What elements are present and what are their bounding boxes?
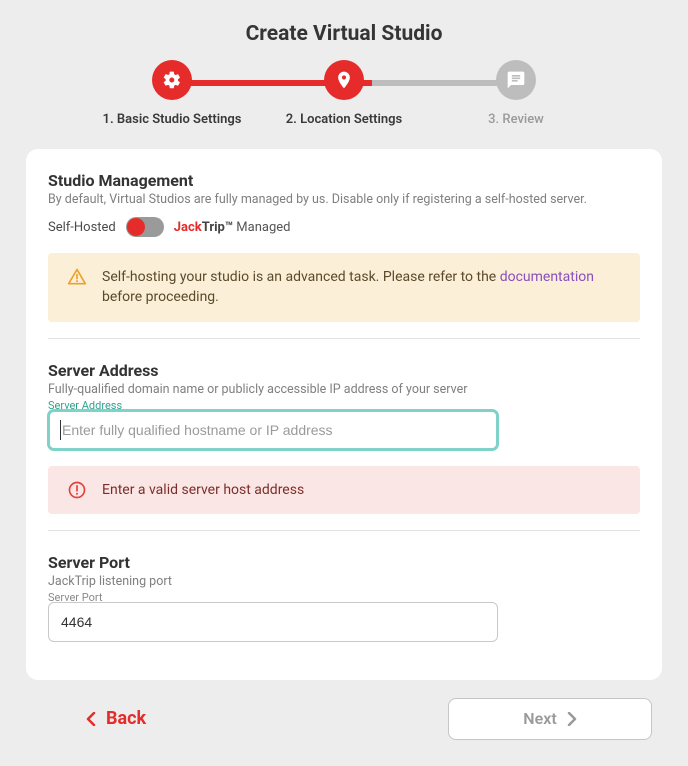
server-port-input[interactable] <box>48 602 498 642</box>
section-heading: Server Address <box>48 361 640 380</box>
wizard-stepper: 1. Basic Studio Settings 2. Location Set… <box>26 60 662 127</box>
next-button[interactable]: Next <box>448 698 652 740</box>
warning-text-pre: Self-hosting your studio is an advanced … <box>102 269 500 285</box>
server-address-error: Enter a valid server host address <box>48 466 640 514</box>
section-subtext: By default, Virtual Studios are fully ma… <box>48 192 640 207</box>
error-text: Enter a valid server host address <box>102 480 304 500</box>
brand-managed: Managed <box>233 220 290 235</box>
chevron-left-icon <box>86 712 96 726</box>
wizard-footer: Back Next <box>26 698 662 740</box>
brand-trip: Trip™ <box>202 220 233 235</box>
next-button-label: Next <box>523 709 556 728</box>
server-address-input[interactable] <box>48 410 498 450</box>
error-icon <box>66 480 88 500</box>
toggle-knob <box>127 218 145 236</box>
page-title: Create Virtual Studio <box>26 0 662 60</box>
step-basic-settings[interactable]: 1. Basic Studio Settings <box>86 60 258 127</box>
section-subtext: JackTrip listening port <box>48 574 640 589</box>
chat-icon <box>496 60 536 100</box>
chevron-right-icon <box>567 712 577 726</box>
warning-text: Self-hosting your studio is an advanced … <box>102 267 622 308</box>
managed-toggle[interactable] <box>126 217 164 237</box>
managed-toggle-row: Self-Hosted JackTrip™ Managed <box>48 217 640 237</box>
step-label: 1. Basic Studio Settings <box>103 112 242 127</box>
self-host-warning: Self-hosting your studio is an advanced … <box>48 253 640 322</box>
gear-icon <box>152 60 192 100</box>
warning-text-post: before proceeding. <box>102 289 219 305</box>
brand-jack: Jack <box>174 220 202 235</box>
step-label: 3. Review <box>488 112 544 127</box>
back-button-label: Back <box>106 708 146 729</box>
pin-icon <box>324 60 364 100</box>
back-button[interactable]: Back <box>36 708 146 729</box>
toggle-left-label: Self-Hosted <box>48 220 116 235</box>
section-server-address: Server Address Fully-qualified domain na… <box>48 338 640 514</box>
step-label: 2. Location Settings <box>286 112 402 127</box>
section-subtext: Fully-qualified domain name or publicly … <box>48 382 640 397</box>
section-studio-management: Studio Management By default, Virtual St… <box>48 171 640 322</box>
step-review: 3. Review <box>430 60 602 127</box>
section-heading: Studio Management <box>48 171 640 190</box>
section-heading: Server Port <box>48 553 640 572</box>
documentation-link[interactable]: documentation <box>500 269 594 285</box>
step-location-settings[interactable]: 2. Location Settings <box>258 60 430 127</box>
toggle-right-label: JackTrip™ Managed <box>174 220 291 235</box>
section-server-port: Server Port JackTrip listening port Serv… <box>48 530 640 642</box>
warning-icon <box>66 267 88 308</box>
form-card: Studio Management By default, Virtual St… <box>26 149 662 680</box>
